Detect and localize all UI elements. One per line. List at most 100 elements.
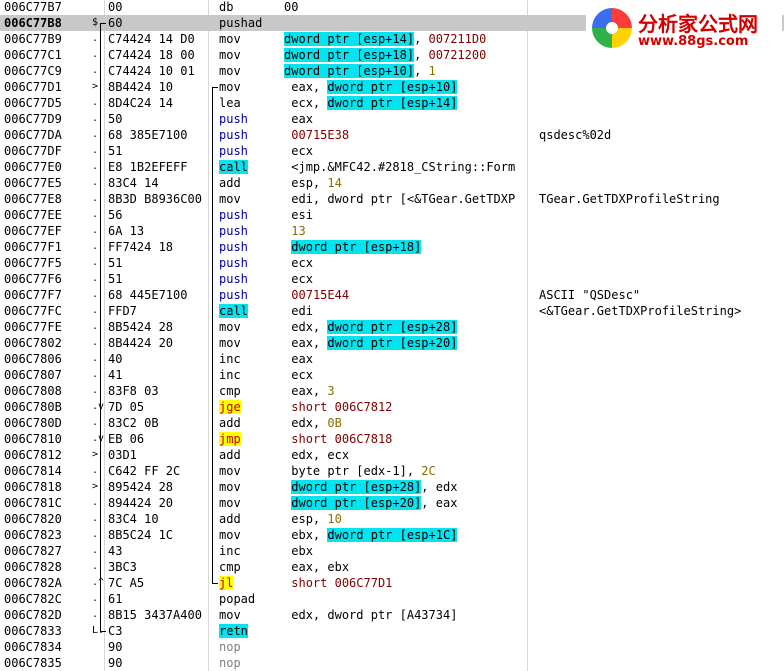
disasm-row[interactable]: 006C7812 >03D1 add edx, ecx (0, 447, 784, 463)
jump-marker (92, 639, 102, 655)
instruction-text: popad (219, 592, 256, 606)
disasm-row[interactable]: 006C782A .^ 7C A5 jl short 006C77D1 (0, 575, 784, 591)
disasm-row[interactable]: 006C77D5. 8D4C24 14 lea ecx, dword ptr [es… (0, 95, 784, 111)
disasm-row[interactable]: 006C780B .v 7D 05 jge short 006C7812 (0, 399, 784, 415)
comment-cell (539, 607, 784, 623)
disasm-row[interactable]: 006C77F7. 68 445E7100 push 00715E44 ASCII "… (0, 287, 784, 303)
disasm-row[interactable]: 006C781C. 894424 20 mov dword ptr [esp+20]… (0, 495, 784, 511)
comment-cell (539, 63, 784, 79)
instruction-text: ecx (247, 144, 313, 158)
push-mnemonic: push (219, 144, 248, 158)
logo-url: www.88gs.com (638, 34, 749, 49)
push-mnemonic: push (219, 240, 248, 254)
instruction-cell: push ecx (219, 143, 519, 159)
push-mnemonic: push (219, 224, 248, 238)
instruction-text: lea ecx, (219, 96, 328, 110)
comment-cell (539, 399, 784, 415)
instruction-cell: jmp short 006C7818 (219, 431, 519, 447)
call-mnemonic: call (219, 304, 248, 318)
address-cell: 006C782A (4, 576, 62, 590)
loop-bracket-tick (212, 583, 218, 584)
hex-dump-cell: C74424 14 D0 (108, 32, 195, 46)
hex-dump-cell: 8B15 3437A400 (108, 608, 202, 622)
disasm-row[interactable]: 006C7827. 43 inc ebx (0, 543, 784, 559)
disasm-row[interactable]: 006C7823. 8B5C24 1C mov ebx, dword ptr [es… (0, 527, 784, 543)
disasm-row[interactable]: 006C7808. 83F8 03 cmp eax, 3 (0, 383, 784, 399)
disasm-row[interactable]: 006C77F1. FF7424 18 push dword ptr [esp+18… (0, 239, 784, 255)
hex-dump-cell: 8B4424 10 (108, 80, 174, 94)
disasm-row[interactable]: 006C77E8. 8B3D B8936C00 mov edi, dword ptr… (0, 191, 784, 207)
disasm-row[interactable]: 006C782D. 8B15 3437A400 mov edx, dword ptr… (0, 607, 784, 623)
instruction-cell: push dword ptr [esp+18] (219, 239, 519, 255)
hex-dump-cell: EB 06 (108, 432, 145, 446)
address-operand: short 006C7818 (291, 432, 393, 446)
address-cell: 006C77E5 (4, 176, 62, 190)
disasm-row[interactable]: 006C77DA. 68 385E7100 push 00715E38 qsdesc%… (0, 127, 784, 143)
function-bracket (100, 23, 101, 631)
comment-cell: <&TGear.GetTDXProfileString> (539, 304, 742, 318)
jump-mnemonic: jge (219, 400, 241, 414)
instruction-cell: mov edx, dword ptr [A43734] (219, 607, 519, 623)
disasm-row[interactable]: 006C77C9. C74424 10 01 mov dword ptr [esp+… (0, 63, 784, 79)
address-cell: 006C7820 (4, 512, 62, 526)
numeric-operand: 0B (327, 416, 342, 430)
instruction-text (241, 400, 292, 414)
address-cell: 006C7814 (4, 464, 62, 478)
instruction-text: , eax (421, 496, 458, 510)
address-cell: 006C7823 (4, 528, 62, 542)
hex-dump-cell: FF7424 18 (108, 240, 174, 254)
disasm-row[interactable]: 006C7814. C642 FF 2C mov byte ptr [edx-1],… (0, 463, 784, 479)
instruction-text: add esp, (219, 176, 328, 190)
comment-cell (539, 559, 784, 575)
loop-bracket-tick (212, 87, 218, 88)
disasm-row[interactable]: 006C780D. 83C2 0B add edx, 0B (0, 415, 784, 431)
disasm-row[interactable]: 006C7810 .v EB 06 jmp short 006C7818 (0, 431, 784, 447)
hex-dump-cell: C642 FF 2C (108, 464, 181, 478)
disasm-row[interactable]: 006C77EF. 6A 13 push 13 (0, 223, 784, 239)
hex-dump-cell: 83C2 0B (108, 416, 159, 430)
address-cell: 006C7808 (4, 384, 62, 398)
hex-dump-cell: C3 (108, 624, 123, 638)
nop-mnemonic: nop (219, 656, 241, 670)
disasm-row[interactable]: 006C7835 90 nop (0, 655, 784, 671)
disasm-row[interactable]: 006C7834 90 nop (0, 639, 784, 655)
instruction-cell: mov dword ptr [esp+20], eax (219, 495, 519, 511)
disasm-row[interactable]: 006C77D1 >8B4424 10 mov eax, dword ptr [es… (0, 79, 784, 95)
comment-cell (539, 431, 784, 447)
hex-dump-cell: 83C4 10 (108, 512, 159, 526)
hex-dump-cell: 90 (108, 656, 123, 670)
comment-cell (539, 527, 784, 543)
address-cell: 006C780B (4, 400, 62, 414)
numeric-operand: 10 (327, 512, 342, 526)
address-cell: 006C77F7 (4, 288, 62, 302)
instruction-cell: mov edi, dword ptr [<&TGear.GetTDXP (219, 191, 519, 207)
disasm-row[interactable]: 006C77F6. 51 push ecx (0, 271, 784, 287)
operand-highlight: dword ptr [esp+18] (284, 48, 415, 62)
disasm-row[interactable]: 006C77EE. 56 push esi (0, 207, 784, 223)
disasm-row[interactable]: 006C77FC. FFD7 call edi <&TGear.GetTDXProfi… (0, 303, 784, 319)
disasm-row[interactable]: 006C7828. 3BC3 cmp eax, ebx (0, 559, 784, 575)
address-cell: 006C7810 (4, 432, 62, 446)
hex-dump-cell: 83F8 03 (108, 384, 159, 398)
disasm-row[interactable]: 006C77DF. 51 push ecx (0, 143, 784, 159)
comment-cell (539, 447, 784, 463)
disasm-row[interactable]: 006C7806. 40 inc eax (0, 351, 784, 367)
disasm-row[interactable]: 006C782C. 61 popad (0, 591, 784, 607)
disasm-row[interactable]: 006C7820. 83C4 10 add esp, 10 (0, 511, 784, 527)
disasm-row[interactable]: 006C7802. 8B4424 20 mov eax, dword ptr [es… (0, 335, 784, 351)
disasm-row[interactable]: 006C77D9. 50 push eax (0, 111, 784, 127)
disasm-row[interactable]: 006C7833 L. C3 retn (0, 623, 784, 639)
disasm-row[interactable]: 006C77FE. 8B5424 28 mov edx, dword ptr [es… (0, 319, 784, 335)
hex-dump-cell: 7D 05 (108, 400, 145, 414)
comment-cell (539, 207, 784, 223)
disasm-row[interactable]: 006C7807. 41 inc ecx (0, 367, 784, 383)
disasm-row[interactable]: 006C7818 >895424 28 mov dword ptr [esp+28]… (0, 479, 784, 495)
instruction-cell: retn (219, 623, 519, 639)
disasm-row[interactable]: 006C77E0. E8 1B2EFEFF call <jmp.&MFC42.#28… (0, 159, 784, 175)
disasm-row[interactable]: 006C77F5. 51 push ecx (0, 255, 784, 271)
disasm-row[interactable]: 006C77E5. 83C4 14 add esp, 14 (0, 175, 784, 191)
operand-highlight: dword ptr [esp+14] (327, 96, 458, 110)
jump-marker (92, 0, 102, 15)
operand-highlight: dword ptr [esp+10] (327, 80, 458, 94)
instruction-text: cmp eax, (219, 384, 328, 398)
